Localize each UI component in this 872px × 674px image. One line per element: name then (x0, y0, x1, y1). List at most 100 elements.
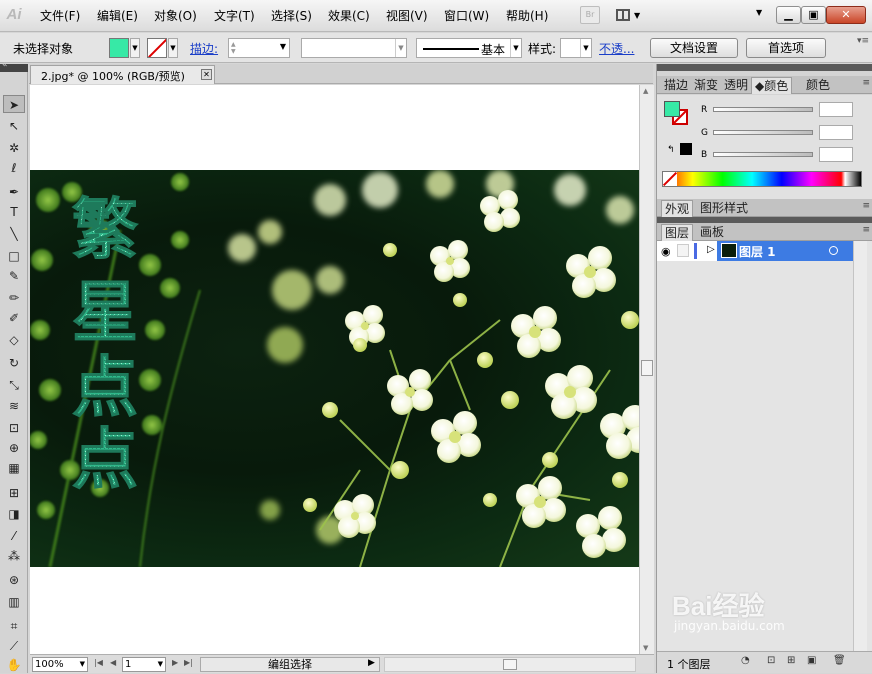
menu-view[interactable]: 视图(V) (386, 8, 428, 24)
pen-tool-icon[interactable]: ✒ (3, 183, 25, 201)
column-graph-tool-icon[interactable]: ▥ (3, 593, 25, 611)
symbol-sprayer-tool-icon[interactable]: ⊛ (3, 571, 25, 589)
paintbrush-tool-icon[interactable]: ✎ (3, 267, 25, 285)
stroke-link[interactable]: 描边: (190, 40, 218, 57)
selection-tool-icon[interactable]: ➤ (3, 95, 25, 113)
line-tool-icon[interactable]: ╲ (3, 225, 25, 243)
document-tab[interactable]: 2.jpg* @ 100% (RGB/预览) ✕ (30, 65, 215, 84)
tab-stroke[interactable]: 描边 (661, 77, 691, 94)
panel-menu-icon[interactable]: ≡ (862, 201, 870, 211)
scroll-thumb[interactable] (641, 360, 653, 376)
blend-tool-icon[interactable]: ⁂ (3, 547, 25, 565)
new-sublayer-icon[interactable]: ⊞ (787, 655, 795, 666)
free-transform-tool-icon[interactable]: ⊡ (3, 419, 25, 437)
workspace-dropdown[interactable]: ▼ (756, 8, 762, 17)
arrange-documents-button[interactable]: ▼ (614, 6, 644, 24)
swap-colors-icon[interactable]: ↰ (667, 145, 675, 155)
artboard-number-dropdown[interactable]: 1 ▼ (122, 657, 166, 672)
tab-color-guide[interactable]: 颜色 (803, 77, 833, 94)
preferences-button[interactable]: 首选项 (746, 38, 826, 58)
blue-value-field[interactable] (819, 147, 853, 162)
scroll-thumb[interactable] (503, 659, 517, 670)
locate-object-icon[interactable]: ◔ (741, 655, 750, 666)
menu-help[interactable]: 帮助(H) (506, 8, 548, 24)
delete-layer-icon[interactable]: 🗑 (833, 655, 846, 666)
menu-select[interactable]: 选择(S) (271, 8, 312, 24)
rotate-tool-icon[interactable]: ↻ (3, 354, 25, 372)
stroke-dropdown[interactable]: ▼ (168, 38, 178, 58)
last-artboard-icon[interactable]: ▶| (184, 658, 193, 667)
menu-file[interactable]: 文件(F) (40, 8, 80, 24)
toolbar-grip[interactable] (0, 60, 28, 72)
close-tab-icon[interactable]: ✕ (201, 69, 212, 80)
zoom-dropdown[interactable]: 100% ▼ (32, 657, 88, 672)
tab-gradient[interactable]: 渐变 (691, 77, 721, 94)
opacity-link[interactable]: 不透... (599, 40, 634, 57)
scroll-up-icon[interactable]: ▲ (643, 87, 648, 95)
direct-selection-tool-icon[interactable]: ↖ (3, 117, 25, 135)
expand-triangle-icon[interactable]: ▷ (707, 244, 715, 255)
tab-graphic-styles[interactable]: 图形样式 (697, 200, 751, 217)
brush-dropdown[interactable]: 基本 ▼ (416, 38, 522, 58)
warp-tool-icon[interactable]: ≋ (3, 397, 25, 415)
green-value-field[interactable] (819, 125, 853, 140)
first-artboard-icon[interactable]: |◀ (94, 658, 103, 667)
panel-grip[interactable] (657, 64, 872, 71)
eye-icon[interactable]: ◉ (661, 245, 671, 258)
layer-selected-area[interactable]: 图层 1 (717, 241, 853, 261)
close-button[interactable]: ✕ (826, 6, 866, 24)
blue-slider[interactable] (713, 152, 813, 157)
spinner-icon[interactable]: ▲ ▼ (231, 41, 236, 55)
prev-artboard-icon[interactable]: ◀ (110, 658, 116, 667)
stroke-weight-input[interactable]: ▲ ▼ ▼ (228, 38, 290, 58)
tab-appearance[interactable]: 外观 (661, 200, 694, 217)
red-value-field[interactable] (819, 102, 853, 117)
shape-builder-tool-icon[interactable]: ⊕ (3, 439, 25, 457)
new-layer-icon[interactable]: ▣ (807, 655, 816, 666)
panel-menu-icon[interactable]: ≡ (862, 78, 870, 88)
green-slider[interactable] (713, 130, 813, 135)
tab-artboards[interactable]: 画板 (697, 224, 727, 241)
tab-transparency[interactable]: 透明 (721, 77, 751, 94)
menu-edit[interactable]: 编辑(E) (97, 8, 138, 24)
placed-photo[interactable]: 繁 星 点 点 (30, 170, 639, 567)
tab-color[interactable]: ◆颜色 (751, 77, 793, 94)
lasso-tool-icon[interactable]: ℓ (3, 159, 25, 177)
fill-indicator[interactable] (664, 101, 680, 117)
scale-tool-icon[interactable]: ⤡ (3, 376, 25, 394)
red-slider[interactable] (713, 107, 813, 112)
target-circle-icon[interactable] (829, 246, 838, 255)
variable-width-dropdown[interactable]: ▼ (301, 38, 407, 58)
scroll-down-icon[interactable]: ▼ (643, 644, 648, 652)
next-artboard-icon[interactable]: ▶ (172, 658, 178, 667)
hand-tool-icon[interactable]: ✋ (3, 656, 25, 674)
status-menu-icon[interactable]: ▶ (368, 658, 375, 668)
menu-window[interactable]: 窗口(W) (444, 8, 489, 24)
canvas-vertical-scrollbar[interactable]: ▲ ▼ (639, 85, 654, 654)
fill-color-swatch[interactable] (109, 38, 129, 58)
magic-wand-tool-icon[interactable]: ✲ (3, 139, 25, 157)
slice-tool-icon[interactable]: ⟋ (3, 637, 25, 655)
gradient-tool-icon[interactable]: ◨ (3, 505, 25, 523)
eyedropper-tool-icon[interactable]: ⁄ (3, 527, 25, 545)
make-clipping-mask-icon[interactable]: ⊡ (767, 655, 775, 666)
eraser-tool-icon[interactable]: ◇ (3, 331, 25, 349)
tab-layers[interactable]: 图层 (661, 224, 694, 241)
blob-brush-tool-icon[interactable]: ✐ (3, 309, 25, 327)
artboard-tool-icon[interactable]: ⌗ (3, 617, 25, 635)
fill-dropdown[interactable]: ▼ (130, 38, 140, 58)
type-tool-icon[interactable]: T (3, 203, 25, 221)
restore-button[interactable]: ▣ (801, 6, 826, 24)
chevron-down-icon[interactable]: ▼ (280, 42, 286, 51)
mesh-tool-icon[interactable]: ⊞ (3, 484, 25, 502)
menu-effect[interactable]: 效果(C) (328, 8, 370, 24)
panel-menu-icon[interactable]: ▾≡ (857, 36, 869, 46)
rectangle-tool-icon[interactable]: □ (3, 247, 25, 265)
canvas-horizontal-scrollbar[interactable] (384, 657, 636, 672)
last-color-swatch[interactable] (680, 143, 692, 155)
graphic-style-dropdown[interactable]: ▼ (560, 38, 592, 58)
color-spectrum-bar[interactable] (662, 171, 862, 187)
menu-object[interactable]: 对象(O) (154, 8, 197, 24)
menu-type[interactable]: 文字(T) (214, 8, 255, 24)
pencil-tool-icon[interactable]: ✏ (3, 289, 25, 307)
